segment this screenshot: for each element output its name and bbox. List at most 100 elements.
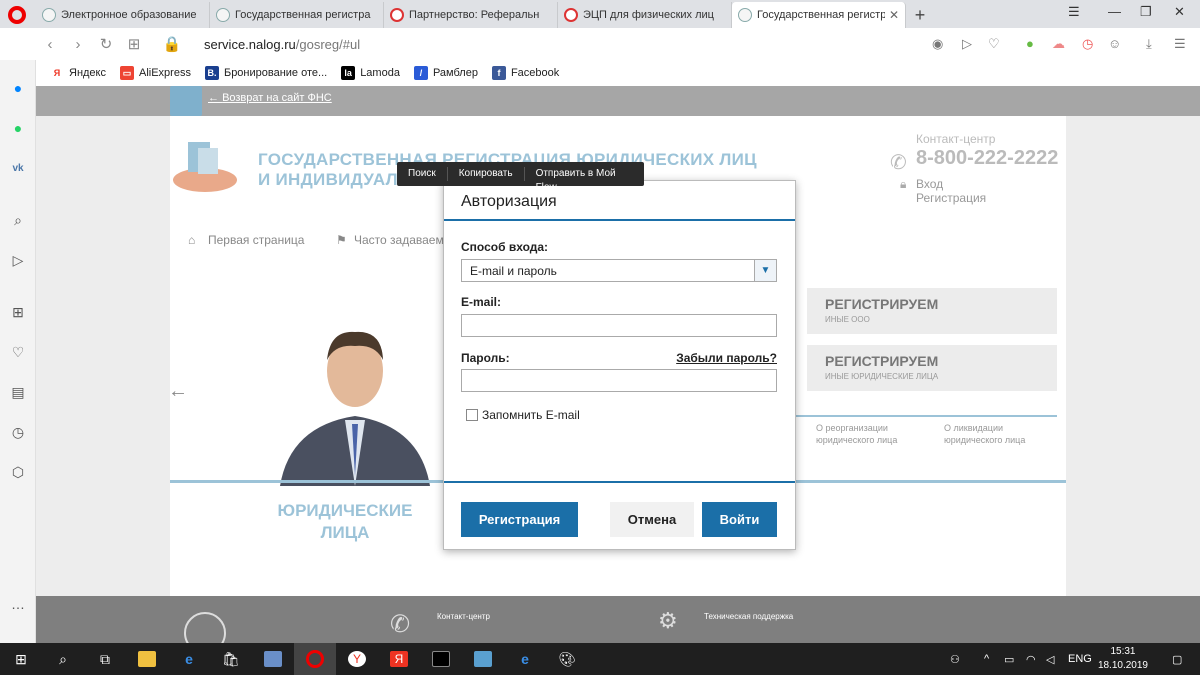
bookmark-yandex[interactable]: Я Яндекс: [50, 66, 106, 80]
tab-bar: Электронное образование Государственная …: [0, 0, 1200, 28]
opera-logo-icon[interactable]: [8, 6, 26, 24]
notifications-icon[interactable]: ▢: [1172, 643, 1182, 675]
timer-icon[interactable]: ◷: [1082, 36, 1093, 52]
opera-cloud-icon: [390, 8, 404, 22]
extension-icon[interactable]: ●: [1026, 36, 1034, 51]
register-button[interactable]: Регистрация: [461, 502, 578, 537]
opera-taskbar-icon[interactable]: [294, 643, 336, 675]
lamoda-icon: la: [341, 66, 356, 80]
bookmark-rambler[interactable]: / Рамблер: [413, 66, 478, 80]
info-liquidation[interactable]: О ликвидации юридического лица: [944, 422, 1025, 446]
battery-icon[interactable]: ▭: [1004, 643, 1014, 675]
url-field[interactable]: service.nalog.ru/gosreg/#ul: [204, 37, 360, 52]
tab-1[interactable]: Государственная регистра: [210, 2, 384, 28]
file-explorer-icon[interactable]: [126, 643, 168, 675]
send-icon[interactable]: ▷: [8, 250, 28, 270]
wifi-icon[interactable]: ◠: [1026, 643, 1036, 675]
news-icon[interactable]: ▤: [8, 382, 28, 402]
card-ooo[interactable]: РЕГИСТРИРУЕМ ИНЫЕ ООО: [807, 288, 1057, 334]
bookmarks-bar: Я Яндекс ▭ AliExpress B. Бронирование оте..…: [36, 60, 1200, 86]
minimize-icon[interactable]: —: [1108, 4, 1121, 19]
close-window-icon[interactable]: ✕: [1174, 4, 1185, 20]
card-other-legal[interactable]: РЕГИСТРИРУЕМ ИНЫЕ ЮРИДИЧЕСКИЕ ЛИЦА: [807, 345, 1057, 391]
ctx-search[interactable]: Поиск: [397, 167, 448, 181]
windows-start-icon[interactable]: ⊞: [0, 643, 42, 675]
ctx-copy[interactable]: Копировать: [448, 167, 525, 181]
store-icon[interactable]: 🛍︎: [210, 643, 252, 675]
language-indicator[interactable]: ENG: [1068, 643, 1092, 675]
login-link[interactable]: Вход: [916, 177, 943, 191]
login-method-label: Способ входа:: [461, 240, 549, 254]
forgot-password-link[interactable]: Забыли пароль?: [676, 351, 777, 365]
login-button[interactable]: Войти: [702, 502, 777, 537]
remember-email-checkbox[interactable]: [466, 409, 478, 421]
remote-desktop-icon[interactable]: [252, 643, 294, 675]
ctx-send-flow[interactable]: Отправить в Мой Flow: [525, 167, 644, 193]
bookmark-lamoda[interactable]: la Lamoda: [341, 66, 400, 80]
back-to-fns-link[interactable]: ← Возврат на сайт ФНС: [208, 92, 332, 104]
messenger-icon[interactable]: ●: [8, 78, 28, 98]
registration-logo-icon: [173, 142, 237, 192]
task-view-icon[interactable]: ⧉: [84, 643, 126, 675]
yandex-browser-icon[interactable]: Y: [336, 643, 378, 675]
fns-icon: [216, 8, 230, 22]
yandex-icon[interactable]: Я: [378, 643, 420, 675]
password-field[interactable]: [461, 369, 777, 392]
cancel-button[interactable]: Отмена: [610, 502, 694, 537]
menu-home[interactable]: Первая страница: [208, 233, 304, 247]
yandex-icon: Я: [50, 66, 64, 80]
info-reorganization[interactable]: О реорганизации юридического лица: [816, 422, 897, 446]
more-icon[interactable]: …: [8, 594, 28, 614]
paint-icon[interactable]: 🎨︎: [546, 643, 588, 675]
speed-dial-icon[interactable]: ⊞: [120, 35, 148, 53]
cloud-icon[interactable]: ☁: [1052, 36, 1065, 52]
extensions-icon[interactable]: ⬡: [8, 462, 28, 482]
tab-3[interactable]: ЭЦП для физических лиц: [558, 2, 732, 28]
email-field[interactable]: [461, 314, 777, 337]
remember-email-label[interactable]: Запомнить E-mail: [482, 408, 580, 422]
avatar-icon[interactable]: ☺: [1108, 36, 1121, 51]
tab-4-active[interactable]: Государственная регистра ✕: [732, 2, 906, 28]
maximize-icon[interactable]: ❐: [1140, 4, 1152, 20]
speed-dial-icon[interactable]: ⊞: [8, 302, 28, 322]
forward-icon[interactable]: ›: [64, 36, 92, 53]
edge-icon[interactable]: e: [168, 643, 210, 675]
camera-icon[interactable]: ◉: [932, 36, 943, 52]
heart-icon[interactable]: ♡: [988, 36, 1000, 52]
heart-icon[interactable]: ♡: [8, 342, 28, 362]
reload-icon[interactable]: ↻: [92, 35, 120, 53]
tab-0[interactable]: Электронное образование: [36, 2, 210, 28]
vk-icon[interactable]: vk: [8, 158, 28, 178]
close-tab-icon[interactable]: ✕: [889, 8, 899, 22]
whatsapp-icon[interactable]: ●: [8, 118, 28, 138]
people-icon[interactable]: ⚇: [950, 643, 960, 675]
lock-small-icon: 🔒︎: [900, 177, 907, 191]
carousel-prev-arrow[interactable]: ←: [168, 380, 196, 420]
download-icon[interactable]: ⤓: [1146, 36, 1152, 52]
bookmark-facebook[interactable]: f Facebook: [491, 66, 559, 80]
chevron-down-icon[interactable]: ▼: [754, 260, 776, 281]
system-clock[interactable]: 15:31 18.10.2019: [1098, 645, 1148, 673]
network-app-icon[interactable]: [462, 643, 504, 675]
tray-chevron-icon[interactable]: ^: [984, 643, 989, 675]
menu-faq[interactable]: Часто задаваем: [354, 233, 444, 247]
back-icon[interactable]: ‹: [36, 36, 64, 53]
register-link[interactable]: Регистрация: [916, 191, 986, 205]
new-tab-button[interactable]: +: [906, 2, 934, 28]
fns-footer-emblem-icon: [184, 612, 226, 643]
search-icon[interactable]: ⌕: [42, 643, 84, 675]
menu-icon[interactable]: ☰: [1068, 4, 1080, 20]
legal-entities-title[interactable]: ЮРИДИЧЕСКИЕ ЛИЦА: [270, 500, 420, 544]
selection-context-menu: Поиск Копировать Отправить в Мой Flow: [397, 162, 644, 193]
login-method-select[interactable]: E-mail и пароль ▼: [461, 259, 777, 282]
easy-setup-icon[interactable]: ☰: [1174, 36, 1186, 52]
tab-2[interactable]: Партнерство: Реферальн: [384, 2, 558, 28]
send-icon[interactable]: ▷: [962, 36, 972, 52]
cmd-icon[interactable]: [420, 643, 462, 675]
search-icon[interactable]: ⌕: [8, 210, 28, 230]
bookmark-booking[interactable]: B. Бронирование оте...: [204, 66, 327, 80]
ie-icon[interactable]: e: [504, 643, 546, 675]
volume-icon[interactable]: ◁: [1046, 643, 1054, 675]
bookmark-aliexpress[interactable]: ▭ AliExpress: [120, 66, 191, 80]
history-icon[interactable]: ◷: [8, 422, 28, 442]
